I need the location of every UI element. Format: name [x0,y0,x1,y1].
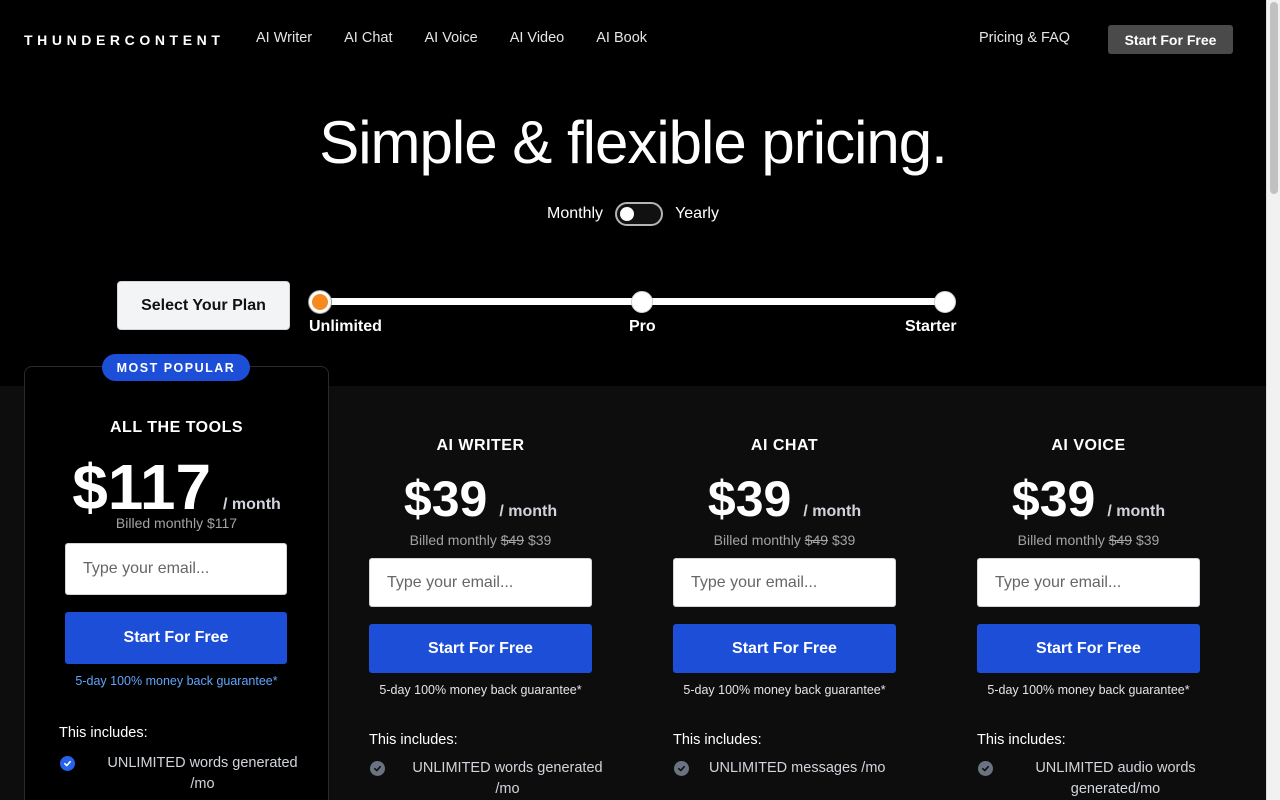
plan-slider-dot-unlimited[interactable] [309,291,331,313]
plan-price: $39 [1011,471,1096,527]
plan-price: $39 [403,471,488,527]
money-back-guarantee: 5-day 100% money back guarantee* [75,674,278,688]
includes-heading: This includes: [59,725,148,741]
feature-text: UNLIMITED messages /mo [709,760,886,776]
select-plan-button[interactable]: Select Your Plan [117,281,290,330]
pricing-card-ai-voice: AI VOICE $39 / month Billed monthly $49 … [936,386,1241,800]
feature-item: UNLIMITED words generated /mo [370,758,610,800]
nav-link-ai-voice[interactable]: AI Voice [424,30,477,46]
price-row: $39 / month [328,470,633,528]
price-row: $39 / month [632,470,937,528]
nav-links: AI Writer AI Chat AI Voice AI Video AI B… [256,30,679,46]
includes-heading: This includes: [673,732,762,748]
old-price: $49 [804,532,829,548]
scrollbar-thumb[interactable] [1270,2,1278,194]
plan-name: AI CHAT [750,437,819,454]
billed-text: Billed monthly $49 $39 [936,532,1241,548]
start-free-button[interactable]: Start For Free [369,624,592,673]
plan-label-pro[interactable]: Pro [629,318,656,336]
start-free-button[interactable]: Start For Free [673,624,896,673]
check-circle-icon [978,761,993,776]
old-price: $49 [1108,532,1133,548]
feature-item: UNLIMITED words generated /mo [60,753,310,795]
email-input[interactable] [65,543,287,595]
email-input[interactable] [977,558,1200,607]
new-price: $39 [524,532,552,548]
plan-slider-dot-starter[interactable] [934,291,956,313]
plan-price: $39 [707,471,792,527]
billed-label: Billed monthly [1017,532,1109,548]
plan-slider-dot-pro[interactable] [631,291,653,313]
plan-label-unlimited[interactable]: Unlimited [309,318,382,336]
top-nav: THUNDERCONTENT AI Writer AI Chat AI Voic… [0,0,1266,78]
money-back-guarantee: 5-day 100% money back guarantee* [379,683,582,697]
price-period: / month [223,496,281,513]
billed-label: Billed monthly [409,532,501,548]
feature-item: UNLIMITED audio words generated/mo [978,758,1218,800]
plan-name: ALL THE TOOLS [109,419,244,436]
price-row: $117 / month [24,450,329,524]
old-price: $49 [500,532,525,548]
check-circle-icon [60,756,75,771]
billed-text: Billed monthly $49 $39 [328,532,633,548]
page-scrollbar[interactable] [1266,0,1280,800]
feature-text: UNLIMITED words generated /mo [412,760,603,797]
check-circle-icon [674,761,689,776]
plan-label-starter[interactable]: Starter [905,318,957,336]
plan-name: AI VOICE [1051,437,1126,454]
page-title: Simple & flexible pricing. [319,109,948,176]
feature-text: UNLIMITED words generated /mo [107,755,298,792]
pricing-card-ai-chat: AI CHAT $39 / month Billed monthly $49 $… [632,386,937,800]
nav-start-free-button[interactable]: Start For Free [1108,25,1233,54]
billed-text: Billed monthly $117 [24,515,329,531]
start-free-button[interactable]: Start For Free [65,612,287,664]
email-input[interactable] [369,558,592,607]
money-back-guarantee: 5-day 100% money back guarantee* [683,683,886,697]
nav-link-ai-video[interactable]: AI Video [510,30,565,46]
new-price: $39 [1132,532,1160,548]
price-period: / month [1107,503,1166,520]
card-all-tools-content: ALL THE TOOLS $117 / month Billed monthl… [24,366,329,800]
includes-heading: This includes: [977,732,1066,748]
yearly-label: Yearly [675,205,719,222]
price-period: / month [803,503,862,520]
billed-text: Billed monthly $49 $39 [632,532,937,548]
check-circle-icon [370,761,385,776]
monthly-label: Monthly [547,205,604,222]
feature-item: UNLIMITED messages /mo [674,758,914,779]
billed-label: Billed monthly $117 [115,515,238,531]
money-back-guarantee: 5-day 100% money back guarantee* [987,683,1190,697]
nav-link-pricing-faq[interactable]: Pricing & FAQ [979,30,1070,46]
price-row: $39 / month [936,470,1241,528]
logo[interactable]: THUNDERCONTENT [24,32,225,48]
nav-link-ai-book[interactable]: AI Book [596,30,647,46]
plan-price: $117 [72,451,212,523]
pricing-card-ai-writer: AI WRITER $39 / month Billed monthly $49… [328,386,633,800]
email-input[interactable] [673,558,896,607]
nav-link-ai-writer[interactable]: AI Writer [256,30,312,46]
new-price: $39 [828,532,856,548]
feature-text: UNLIMITED audio words generated/mo [1035,760,1196,797]
billed-label: Billed monthly [713,532,805,548]
toggle-knob [620,207,635,221]
billing-period-toggle[interactable] [615,202,664,226]
price-period: / month [499,503,558,520]
plan-name: AI WRITER [436,437,525,454]
includes-heading: This includes: [369,732,458,748]
start-free-button[interactable]: Start For Free [977,624,1200,673]
billing-toggle-row: Monthly Yearly [0,202,1266,226]
nav-link-ai-chat[interactable]: AI Chat [344,30,392,46]
